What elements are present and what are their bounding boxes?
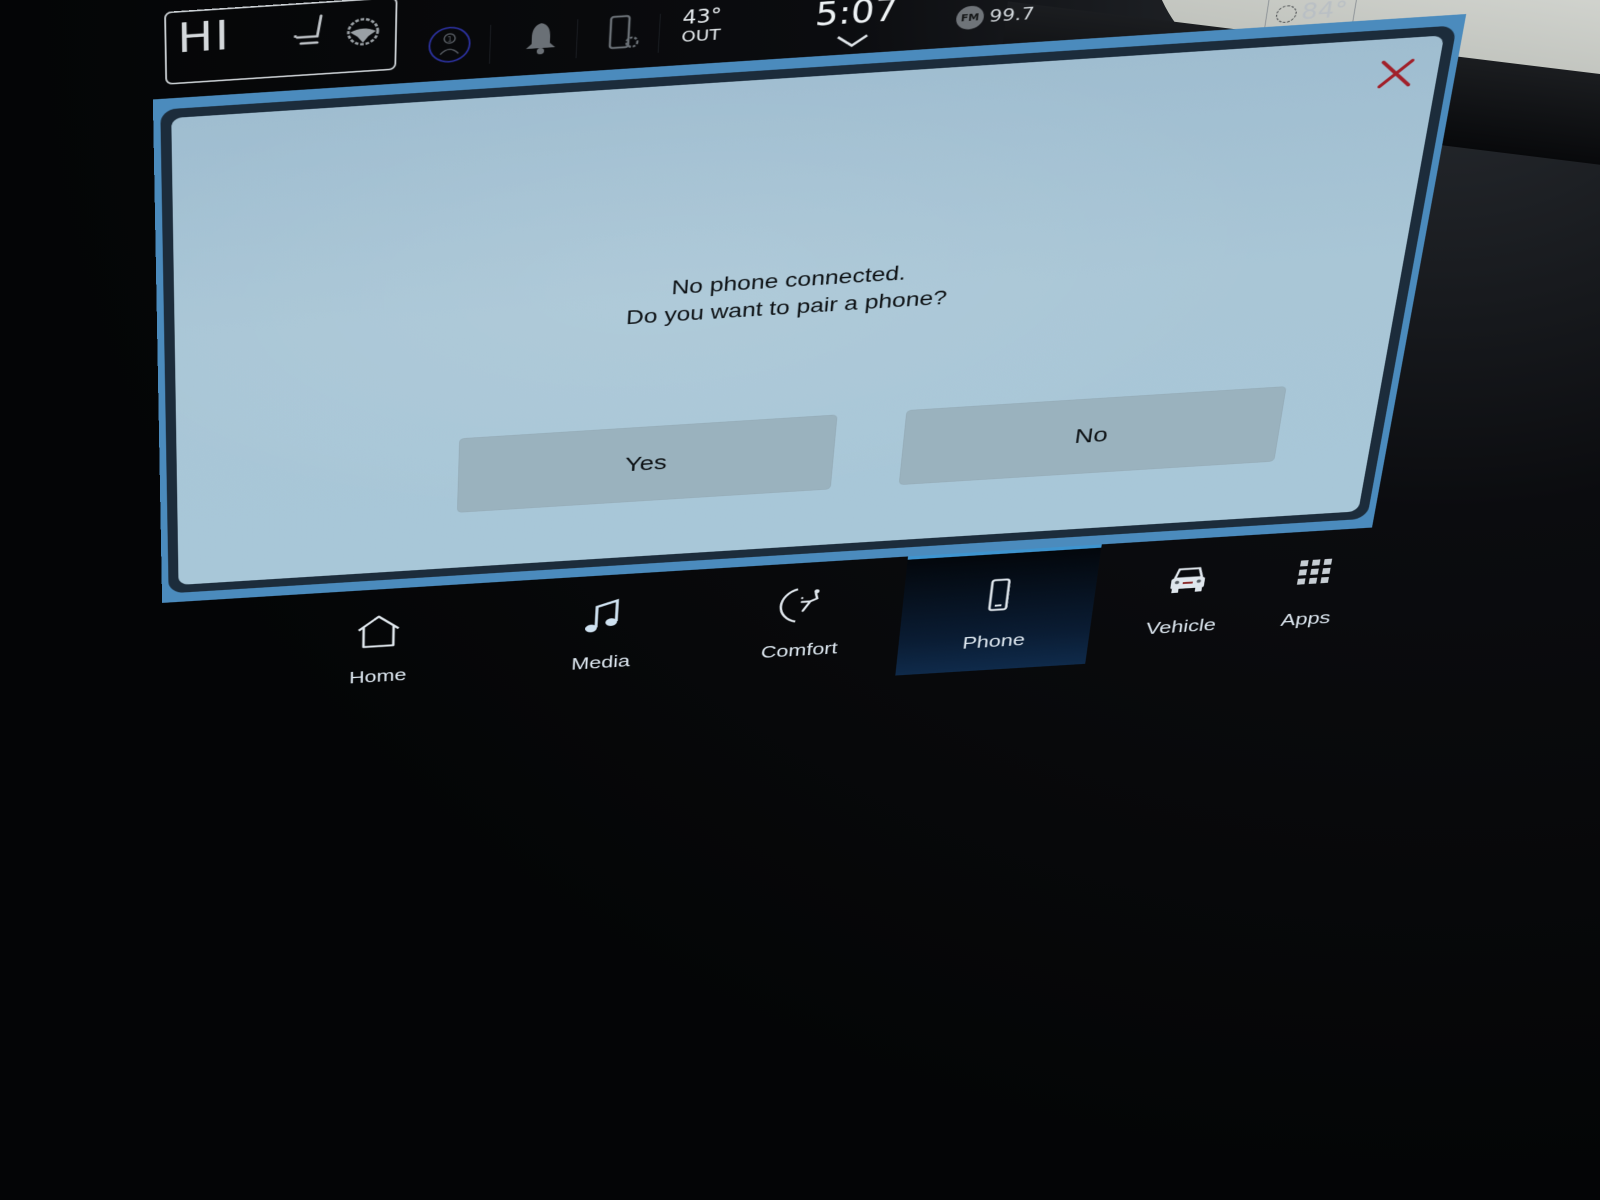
status-divider xyxy=(657,13,661,53)
driver-profile-icon[interactable]: 1 xyxy=(425,23,474,66)
phone-settings-icon[interactable] xyxy=(598,12,648,56)
clock[interactable]: 5:07 xyxy=(800,0,913,34)
car-icon xyxy=(1160,559,1216,594)
music-note-icon xyxy=(584,596,629,638)
nav-phone[interactable]: Phone xyxy=(895,544,1102,676)
bell-icon[interactable] xyxy=(516,17,565,61)
apps-grid-icon xyxy=(1296,558,1333,585)
dialog-message: No phone connected. Do you want to pair … xyxy=(174,227,1409,360)
profile-badge: 1 xyxy=(447,35,453,44)
close-icon[interactable] xyxy=(1373,55,1419,91)
nav-home[interactable]: Home xyxy=(295,584,463,709)
nav-apps-label: Apps xyxy=(1279,607,1333,630)
photo-background: HI 1 43° OUT 5:07 FM 99.7 84° No phone c… xyxy=(0,0,1600,1200)
outside-temperature: 43° OUT xyxy=(680,4,723,46)
outside-temp-label: OUT xyxy=(680,24,722,46)
nav-comfort[interactable]: Comfort xyxy=(714,557,891,683)
greeting-text: HI xyxy=(177,12,231,63)
phone-icon xyxy=(972,574,1027,616)
no-button[interactable]: No xyxy=(898,386,1287,486)
dialog-backdrop: No phone connected. Do you want to pair … xyxy=(152,14,1467,603)
status-divider xyxy=(575,19,579,59)
greeting-panel[interactable]: HI xyxy=(164,0,398,85)
infotainment-screen: HI 1 43° OUT 5:07 FM 99.7 84° No phone c… xyxy=(152,0,1467,731)
fm-badge: FM xyxy=(955,5,986,31)
dialog-frame: No phone connected. Do you want to pair … xyxy=(160,25,1457,594)
fan-icon xyxy=(1274,4,1298,24)
status-divider xyxy=(489,24,492,64)
nav-phone-label: Phone xyxy=(961,629,1027,653)
nav-vehicle-label: Vehicle xyxy=(1144,614,1218,639)
nav-apps[interactable]: Apps xyxy=(1218,525,1406,652)
pair-phone-dialog: No phone connected. Do you want to pair … xyxy=(171,35,1445,585)
home-icon xyxy=(353,610,404,652)
radio-frequency: 99.7 xyxy=(988,3,1036,27)
nav-comfort-label: Comfort xyxy=(760,638,839,662)
nav-media[interactable]: Media xyxy=(517,570,690,696)
comfort-seat-icon xyxy=(777,583,831,625)
heated-seat-icon[interactable] xyxy=(290,12,334,52)
chevron-down-icon[interactable] xyxy=(833,33,871,49)
nav-media-label: Media xyxy=(570,650,631,674)
heated-steering-wheel-icon[interactable] xyxy=(345,15,382,49)
yes-button[interactable]: Yes xyxy=(456,414,838,513)
radio-status[interactable]: FM 99.7 xyxy=(955,2,1036,31)
nav-home-label: Home xyxy=(349,664,407,688)
